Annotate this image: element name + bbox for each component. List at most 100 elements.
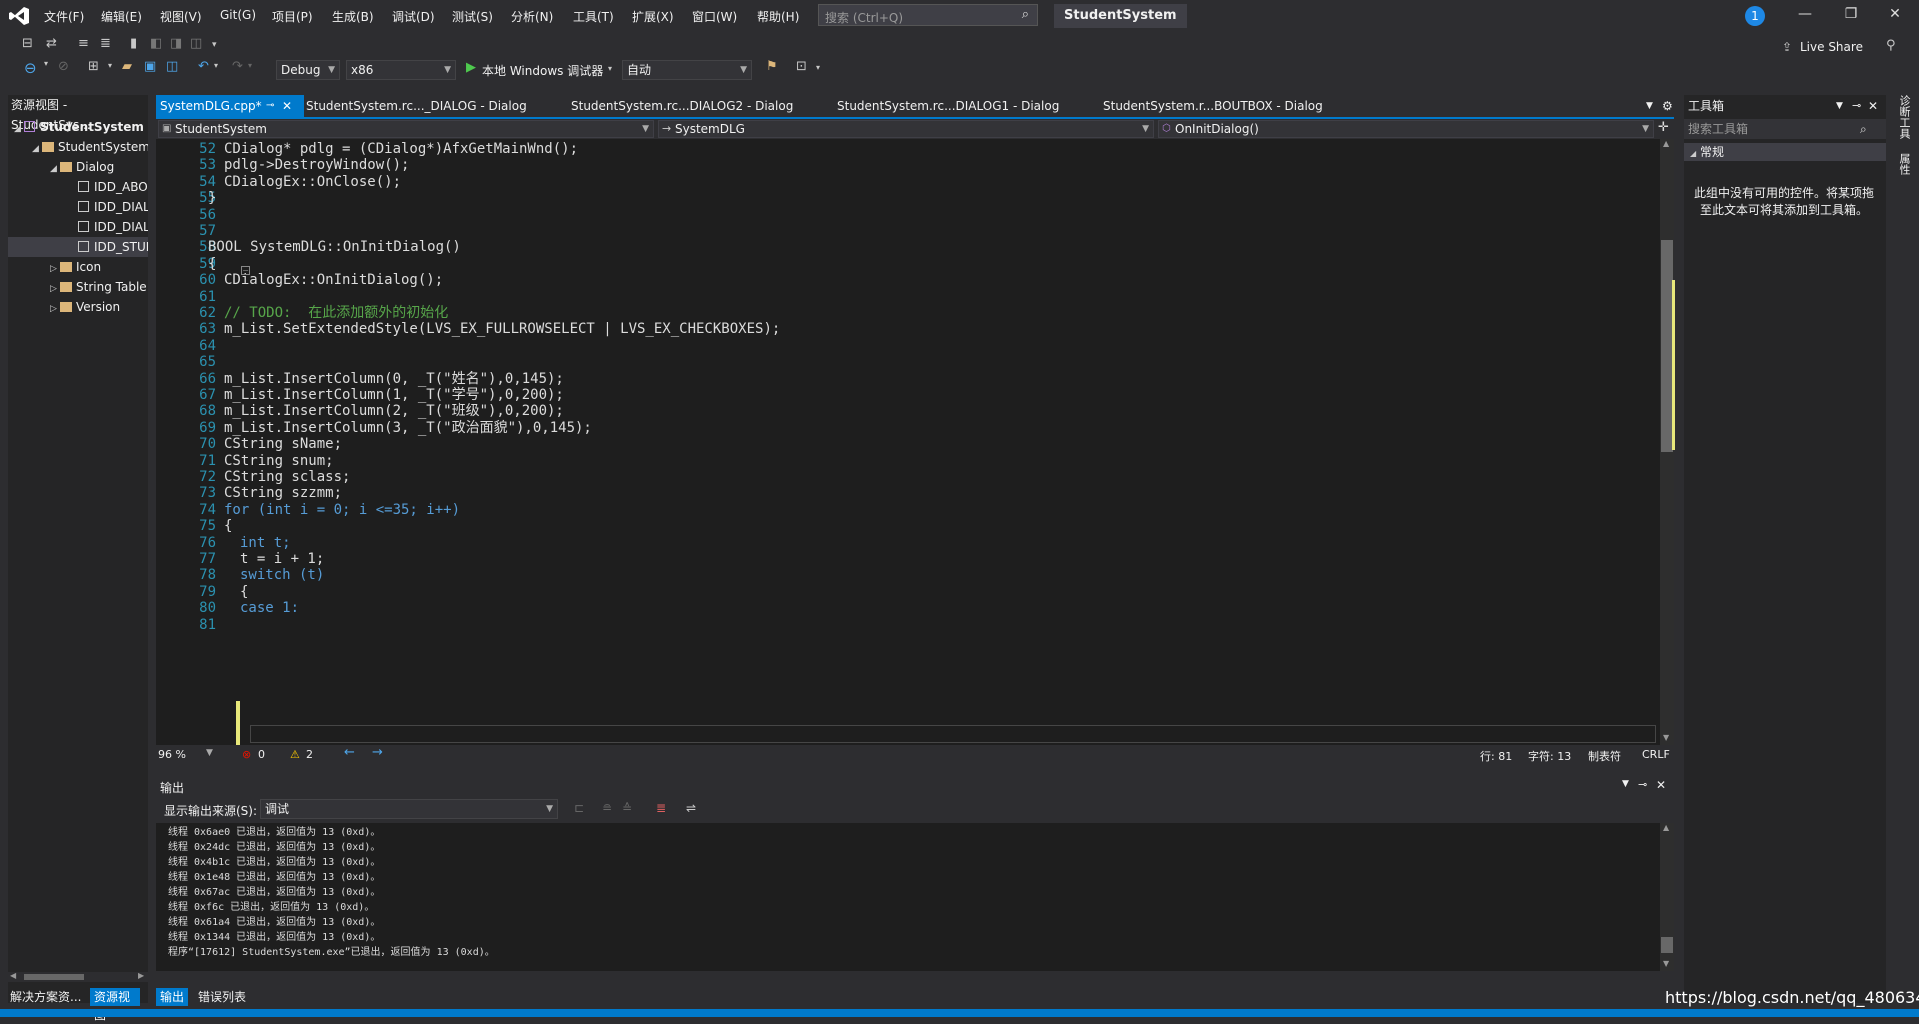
eol-indicator[interactable]: CRLF	[1642, 748, 1670, 761]
pin-icon[interactable]: ⊸	[266, 95, 274, 117]
output-horizontal-scrollbar[interactable]	[156, 971, 1674, 983]
forward-icon[interactable]: ⊘	[58, 59, 69, 74]
pin-icon[interactable]: ⊸	[1852, 95, 1861, 117]
output-text[interactable]: 线程 0x6ae0 已退出，返回值为 13 (0xd)。 线程 0x24dc 已退…	[156, 823, 1660, 971]
scrollbar-thumb[interactable]	[1661, 937, 1673, 953]
menu-item[interactable]: 文件(F)	[44, 8, 84, 25]
output-source-dropdown[interactable]: 调试 ▼	[260, 799, 558, 819]
char-indicator[interactable]: 字符: 13	[1528, 748, 1571, 764]
undo-dropdown-icon[interactable]: ▾	[214, 61, 218, 70]
open-file-icon[interactable]: ▰	[122, 59, 132, 74]
menu-item[interactable]: 调试(D)	[392, 8, 435, 25]
solution-explorer-icon[interactable]: ⊟	[22, 36, 33, 51]
warning-count[interactable]: 2	[306, 748, 313, 761]
tab-aboutbox-rc[interactable]: StudentSystem.r...BOUTBOX - Dialog	[1103, 95, 1323, 117]
redo-dropdown-icon[interactable]: ▾	[248, 61, 252, 70]
close-output-icon[interactable]: ✕	[1656, 778, 1666, 792]
tab-dialog-rc[interactable]: StudentSystem.rc..._DIALOG - Dialog	[306, 95, 527, 117]
scroll-right-icon[interactable]: ▶	[138, 971, 144, 980]
tab-properties[interactable]: 属性	[1896, 153, 1912, 175]
expand-arrow-icon[interactable]: ▷	[50, 299, 60, 317]
config-dropdown[interactable]: Debug ▼	[276, 60, 340, 80]
close-window-button[interactable]: ✕	[1880, 6, 1910, 22]
uncomment-icon[interactable]: ≣	[100, 36, 111, 51]
visual-studio-logo-icon[interactable]	[8, 6, 30, 26]
collapse-arrow-icon[interactable]: ◢	[14, 119, 24, 137]
collapse-arrow-icon[interactable]: ◢	[50, 159, 60, 177]
next-bookmark-icon[interactable]: ◨	[170, 36, 182, 51]
sync-icon[interactable]: ⇄	[46, 36, 57, 51]
tab-resource-view[interactable]: 资源视图	[90, 988, 140, 1022]
zoom-level[interactable]: 96 %	[158, 748, 186, 761]
browser-link-icon[interactable]: ⊡	[796, 59, 807, 74]
menu-item[interactable]: 分析(N)	[511, 8, 553, 25]
back-icon[interactable]: ⊖	[24, 59, 37, 77]
menu-item[interactable]: 视图(V)	[160, 8, 202, 25]
menu-item[interactable]: 项目(P)	[272, 8, 313, 25]
close-tab-icon[interactable]: ✕	[282, 95, 292, 117]
tab-output[interactable]: 输出	[156, 988, 189, 1006]
toolbar-overflow-icon[interactable]: ▾	[212, 40, 217, 50]
tree-item[interactable]: IDD_DIALOG1	[8, 217, 148, 237]
member-dropdown[interactable]: ⬡ OnInitDialog() ▼	[1158, 120, 1654, 138]
save-icon[interactable]: ▣	[144, 59, 156, 74]
tree-item[interactable]: ▷ String Table	[8, 277, 148, 297]
scroll-left-icon[interactable]: ◀	[10, 971, 16, 980]
fold-toggle-icon[interactable]: −	[241, 266, 250, 275]
restore-button[interactable]: ❐	[1836, 6, 1866, 22]
search-box[interactable]: 搜索 (Ctrl+Q) ⌕	[818, 4, 1038, 26]
tab-dialog2-rc[interactable]: StudentSystem.rc...DIALOG2 - Dialog	[571, 95, 793, 117]
code-editor[interactable]: 52 CDialog* pdlg = (CDialog*)AfxGetMainWn…	[156, 139, 1660, 745]
hot-reload-icon[interactable]: ⚑	[766, 59, 778, 74]
class-dropdown[interactable]: → SystemDLG ▼	[658, 120, 1154, 138]
menu-item[interactable]: 扩展(X)	[632, 8, 674, 25]
toolbox-menu-icon[interactable]: ▼	[1836, 95, 1843, 117]
tab-list-icon[interactable]: ▼	[1646, 95, 1653, 117]
tree-item[interactable]: ◢ StudentSystem	[8, 117, 148, 137]
menu-item[interactable]: 帮助(H)	[757, 8, 799, 25]
project-dropdown[interactable]: ▣ StudentSystem ▼	[158, 120, 654, 138]
scrollbar-thumb[interactable]	[24, 974, 84, 980]
pin-icon[interactable]: ⊸	[1638, 778, 1647, 791]
collapse-arrow-icon[interactable]: ◢	[32, 139, 42, 157]
toolbar-overflow-icon[interactable]: ▾	[816, 63, 820, 72]
tab-dialog1-rc[interactable]: StudentSystem.rc...DIALOG1 - Dialog	[837, 95, 1059, 117]
find-message-icon[interactable]: ⊏	[574, 801, 584, 815]
menu-item[interactable]: 窗口(W)	[692, 8, 737, 25]
output-menu-icon[interactable]: ▼	[1622, 779, 1629, 789]
line-indicator[interactable]: 行: 81	[1480, 748, 1512, 764]
scroll-up-icon[interactable]: ▲	[1663, 823, 1669, 832]
output-vertical-scrollbar[interactable]: ▲ ▼	[1660, 823, 1674, 971]
menu-item[interactable]: 生成(B)	[332, 8, 374, 25]
menu-item[interactable]: Git(G)	[220, 8, 256, 22]
new-project-icon[interactable]: ⊞	[88, 59, 99, 74]
minimize-button[interactable]: —	[1790, 6, 1820, 22]
nav-forward-icon[interactable]: →	[372, 745, 383, 760]
horizontal-scrollbar[interactable]: ◀ ▶	[8, 971, 148, 982]
scroll-down-icon[interactable]: ▼	[1663, 959, 1669, 968]
platform-dropdown[interactable]: x86 ▼	[346, 60, 456, 80]
run-dropdown-icon[interactable]: ▾	[608, 64, 612, 73]
run-debugger-button[interactable]: 本地 Windows 调试器	[482, 62, 603, 79]
word-wrap-icon[interactable]: ⇌	[686, 801, 696, 815]
feedback-icon[interactable]: ⚲	[1886, 38, 1896, 53]
run-icon[interactable]: ▶	[466, 60, 476, 75]
menu-item[interactable]: 编辑(E)	[101, 8, 142, 25]
expand-arrow-icon[interactable]: ▷	[50, 279, 60, 297]
bookmark-icon[interactable]: ▮	[130, 36, 137, 51]
close-toolbox-icon[interactable]: ✕	[1868, 95, 1878, 117]
clear-all-icon[interactable]: ≣	[656, 801, 666, 815]
tree-item[interactable]: ▷ Version	[8, 297, 148, 317]
tab-diagnostic-tools[interactable]: 诊断工具	[1896, 95, 1912, 139]
tree-item[interactable]: ◢ Dialog	[8, 157, 148, 177]
run-mode-dropdown[interactable]: 自动 ▼	[622, 60, 752, 80]
tab-solution-explorer[interactable]: 解决方案资...	[6, 988, 85, 1006]
scroll-up-icon[interactable]: ▲	[1663, 139, 1669, 148]
save-all-icon[interactable]: ◫	[166, 59, 178, 74]
clear-bookmark-icon[interactable]: ◫	[190, 36, 202, 51]
tab-mode-indicator[interactable]: 制表符	[1588, 748, 1621, 764]
prev-bookmark-icon[interactable]: ◧	[150, 36, 162, 51]
menu-item[interactable]: 工具(T)	[573, 8, 614, 25]
toolbox-search-input[interactable]: 搜索工具箱 ⌕	[1684, 119, 1886, 139]
live-share-button[interactable]: Live Share	[1800, 40, 1863, 54]
